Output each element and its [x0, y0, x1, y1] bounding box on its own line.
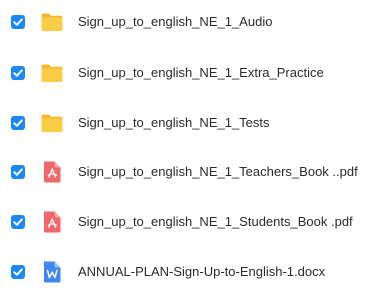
- file-row-students-book-pdf[interactable]: Sign_up_to_english_NE_1_Students_Book .p…: [0, 202, 384, 242]
- file-row-tests-folder[interactable]: Sign_up_to_english_NE_1_Tests: [0, 103, 384, 143]
- file-checkbox[interactable]: [11, 116, 25, 130]
- checkmark-icon: [13, 18, 23, 26]
- file-row-teachers-book-pdf[interactable]: Sign_up_to_english_NE_1_Teachers_Book ..…: [0, 152, 384, 192]
- checkmark-icon: [13, 268, 23, 276]
- file-name: Sign_up_to_english_NE_1_Audio: [78, 14, 273, 29]
- word-file-icon: [44, 261, 61, 283]
- folder-icon: [41, 64, 63, 82]
- file-checkbox[interactable]: [11, 165, 25, 179]
- file-row-extra-practice-folder[interactable]: Sign_up_to_english_NE_1_Extra_Practice: [0, 53, 384, 93]
- pdf-file-icon: [44, 161, 61, 183]
- checkmark-icon: [13, 119, 23, 127]
- file-list: Sign_up_to_english_NE_1_Audio Sign_up_to…: [0, 0, 384, 290]
- file-checkbox[interactable]: [11, 15, 25, 29]
- pdf-file-icon: [44, 211, 61, 233]
- file-name: Sign_up_to_english_NE_1_Extra_Practice: [78, 65, 324, 80]
- folder-icon: [41, 114, 63, 132]
- checkmark-icon: [13, 168, 23, 176]
- checkmark-icon: [13, 218, 23, 226]
- file-name: ANNUAL-PLAN-Sign-Up-to-English-1.docx: [78, 264, 326, 279]
- file-checkbox[interactable]: [11, 66, 25, 80]
- folder-icon: [41, 13, 63, 31]
- file-name: Sign_up_to_english_NE_1_Students_Book .p…: [78, 214, 353, 229]
- file-row-audio-folder[interactable]: Sign_up_to_english_NE_1_Audio: [0, 2, 384, 42]
- file-name: Sign_up_to_english_NE_1_Tests: [78, 115, 270, 130]
- file-checkbox[interactable]: [11, 265, 25, 279]
- file-checkbox[interactable]: [11, 215, 25, 229]
- file-name: Sign_up_to_english_NE_1_Teachers_Book ..…: [78, 164, 358, 179]
- file-row-annual-plan-docx[interactable]: ANNUAL-PLAN-Sign-Up-to-English-1.docx: [0, 252, 384, 292]
- checkmark-icon: [13, 69, 23, 77]
